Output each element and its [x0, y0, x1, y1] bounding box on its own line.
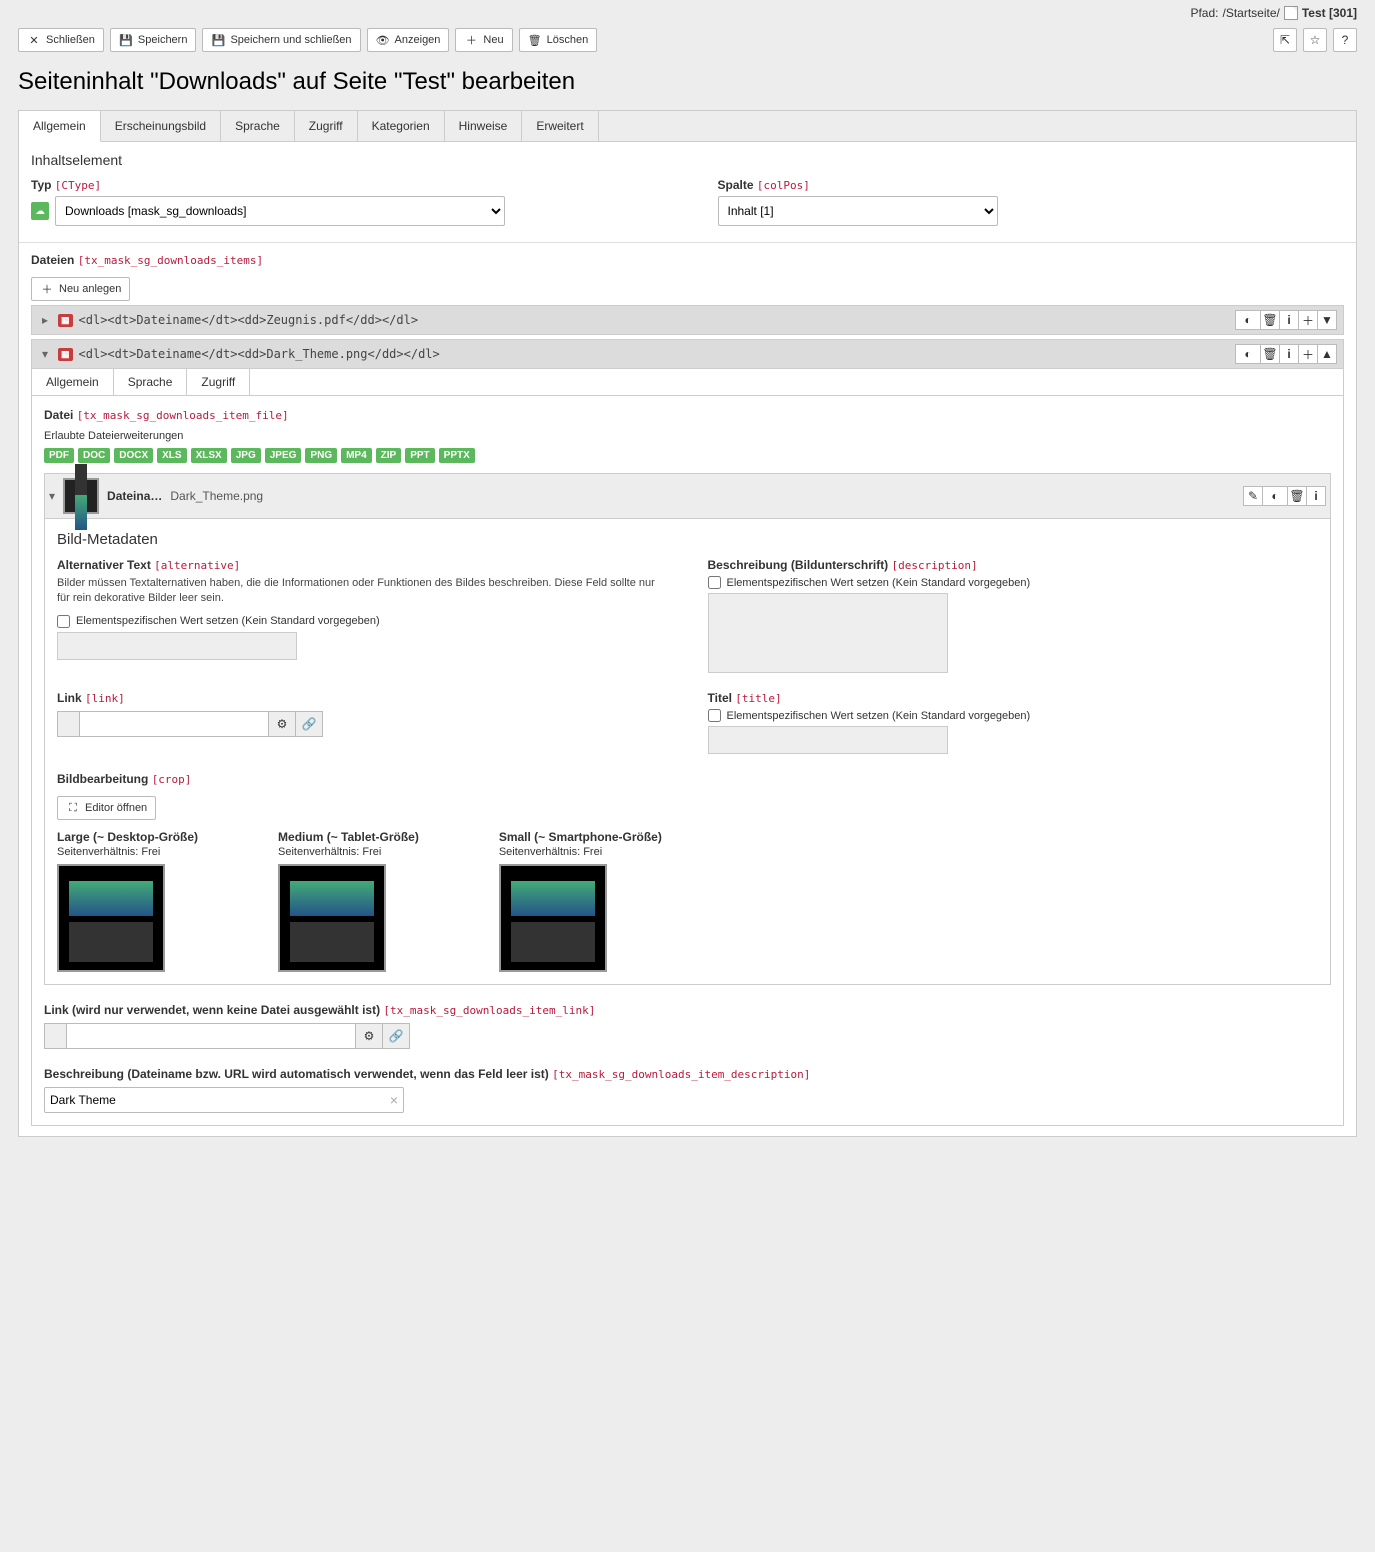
close-button[interactable]: ✕Schließen: [18, 28, 104, 52]
plus-icon: ＋: [40, 282, 54, 296]
link-browser-button[interactable]: 🔗: [295, 711, 323, 737]
tab-zugriff[interactable]: Zugriff: [295, 111, 358, 141]
item-description-input[interactable]: [44, 1087, 404, 1113]
item-link-browser-button[interactable]: 🔗: [382, 1023, 410, 1049]
breadcrumb-root[interactable]: /Startseite/: [1223, 6, 1280, 20]
clear-input-button[interactable]: ×: [390, 1092, 398, 1108]
download-icon: ☁: [31, 202, 49, 220]
crop-preview-small[interactable]: [499, 864, 607, 972]
bookmark-button[interactable]: ☆: [1303, 28, 1327, 52]
save-close-icon: 💾: [211, 33, 225, 47]
section-heading: Inhaltselement: [31, 152, 1344, 168]
delete-button[interactable]: 🗑Löschen: [519, 28, 598, 52]
save-button[interactable]: 💾Speichern: [110, 28, 197, 52]
colpos-select[interactable]: Inhalt [1]: [718, 196, 998, 226]
tab-erweitert[interactable]: Erweitert: [522, 111, 598, 141]
link-input[interactable]: [79, 711, 269, 737]
collapse-toggle[interactable]: ▾: [38, 347, 52, 361]
crop-preview-large[interactable]: [57, 864, 165, 972]
item-link-wizard-button[interactable]: ⚙: [355, 1023, 383, 1049]
new-button[interactable]: ＋Neu: [455, 28, 512, 52]
move-up-button[interactable]: ▲: [1317, 344, 1337, 364]
main-tabs: Allgemein Erscheinungsbild Sprache Zugri…: [19, 111, 1356, 142]
item-link-input[interactable]: [66, 1023, 356, 1049]
new-record-button[interactable]: ＋Neu anlegen: [31, 277, 130, 301]
delete-record-button[interactable]: 🗑: [1260, 344, 1280, 364]
desc-override-checkbox[interactable]: Elementspezifischen Wert setzen (Kein St…: [708, 576, 1319, 589]
external-icon: ⇱: [1280, 33, 1290, 47]
file-delete-button[interactable]: 🗑: [1287, 486, 1307, 506]
page-title: Seiteninhalt "Downloads" auf Seite "Test…: [18, 68, 1357, 96]
help-icon: ?: [1342, 33, 1349, 47]
tab-sprache[interactable]: Sprache: [221, 111, 295, 141]
tab-allgemein[interactable]: Allgemein: [19, 111, 101, 142]
save-close-button[interactable]: 💾Speichern und schließen: [202, 28, 360, 52]
alt-override-checkbox[interactable]: Elementspezifischen Wert setzen (Kein St…: [57, 615, 668, 628]
item-tab-sprache[interactable]: Sprache: [114, 369, 188, 395]
visibility-toggle[interactable]: ◐: [1235, 310, 1261, 330]
move-down-button[interactable]: ▼: [1317, 310, 1337, 330]
title-input: [708, 726, 948, 754]
tab-hinweise[interactable]: Hinweise: [445, 111, 523, 141]
metadata-heading: Bild-Metadaten: [57, 531, 1318, 548]
breadcrumb-page[interactable]: Test [301]: [1302, 6, 1357, 20]
content-icon: ▦: [58, 314, 73, 327]
crop-icon: ⛶: [66, 801, 80, 815]
help-button[interactable]: ?: [1333, 28, 1357, 52]
title-override-checkbox[interactable]: Elementspezifischen Wert setzen (Kein St…: [708, 709, 1319, 722]
tab-erscheinungsbild[interactable]: Erscheinungsbild: [101, 111, 221, 141]
extension-tags: PDFDOCDOCXXLSXLSXJPGJPEGPNGMP4ZIPPPTPPTX: [44, 448, 1331, 463]
close-icon: ✕: [27, 33, 41, 47]
add-button[interactable]: ＋: [1298, 310, 1318, 330]
inline-record-title[interactable]: <dl><dt>Dateiname</dt><dd>Zeugnis.pdf</d…: [79, 313, 1230, 327]
breadcrumb: Pfad: /Startseite/ Test [301]: [1190, 6, 1357, 20]
item-tab-zugriff[interactable]: Zugriff: [187, 369, 250, 395]
save-icon: 💾: [119, 33, 133, 47]
content-icon: ▦: [58, 348, 73, 361]
info-button[interactable]: i: [1279, 310, 1299, 330]
file-info-button[interactable]: i: [1306, 486, 1326, 506]
crop-preview-medium[interactable]: [278, 864, 386, 972]
info-button[interactable]: i: [1279, 344, 1299, 364]
file-name: Dark_Theme.png: [170, 489, 1236, 503]
crop-editor-button[interactable]: ⛶Editor öffnen: [57, 796, 156, 820]
star-icon: ☆: [1310, 33, 1321, 47]
ctype-select[interactable]: Downloads [mask_sg_downloads]: [55, 196, 505, 226]
alt-text-input: [57, 632, 297, 660]
description-textarea: [708, 593, 948, 673]
thumbnail: [63, 478, 99, 514]
allowed-ext-label: Erlaubte Dateierweiterungen: [44, 430, 1331, 442]
page-icon: [1284, 6, 1298, 20]
edit-metadata-button[interactable]: ✎: [1243, 486, 1263, 506]
visibility-toggle[interactable]: ◐: [1235, 344, 1261, 364]
file-visibility-toggle[interactable]: ◐: [1262, 486, 1288, 506]
trash-icon: 🗑: [528, 33, 542, 47]
open-new-window-button[interactable]: ⇱: [1273, 28, 1297, 52]
delete-record-button[interactable]: 🗑: [1260, 310, 1280, 330]
add-button[interactable]: ＋: [1298, 344, 1318, 364]
inline-record-title[interactable]: <dl><dt>Dateiname</dt><dd>Dark_Theme.png…: [79, 347, 1230, 361]
link-wizard-button[interactable]: ⚙: [268, 711, 296, 737]
file-collapse-toggle[interactable]: ▾: [49, 489, 55, 503]
eye-icon: 👁: [376, 33, 390, 47]
expand-toggle[interactable]: ▸: [38, 313, 52, 327]
view-button[interactable]: 👁Anzeigen: [367, 28, 450, 52]
toolbar: ✕Schließen 💾Speichern 💾Speichern und sch…: [18, 28, 597, 52]
item-tab-allgemein[interactable]: Allgemein: [32, 369, 114, 395]
tab-kategorien[interactable]: Kategorien: [358, 111, 445, 141]
plus-icon: ＋: [464, 33, 478, 47]
